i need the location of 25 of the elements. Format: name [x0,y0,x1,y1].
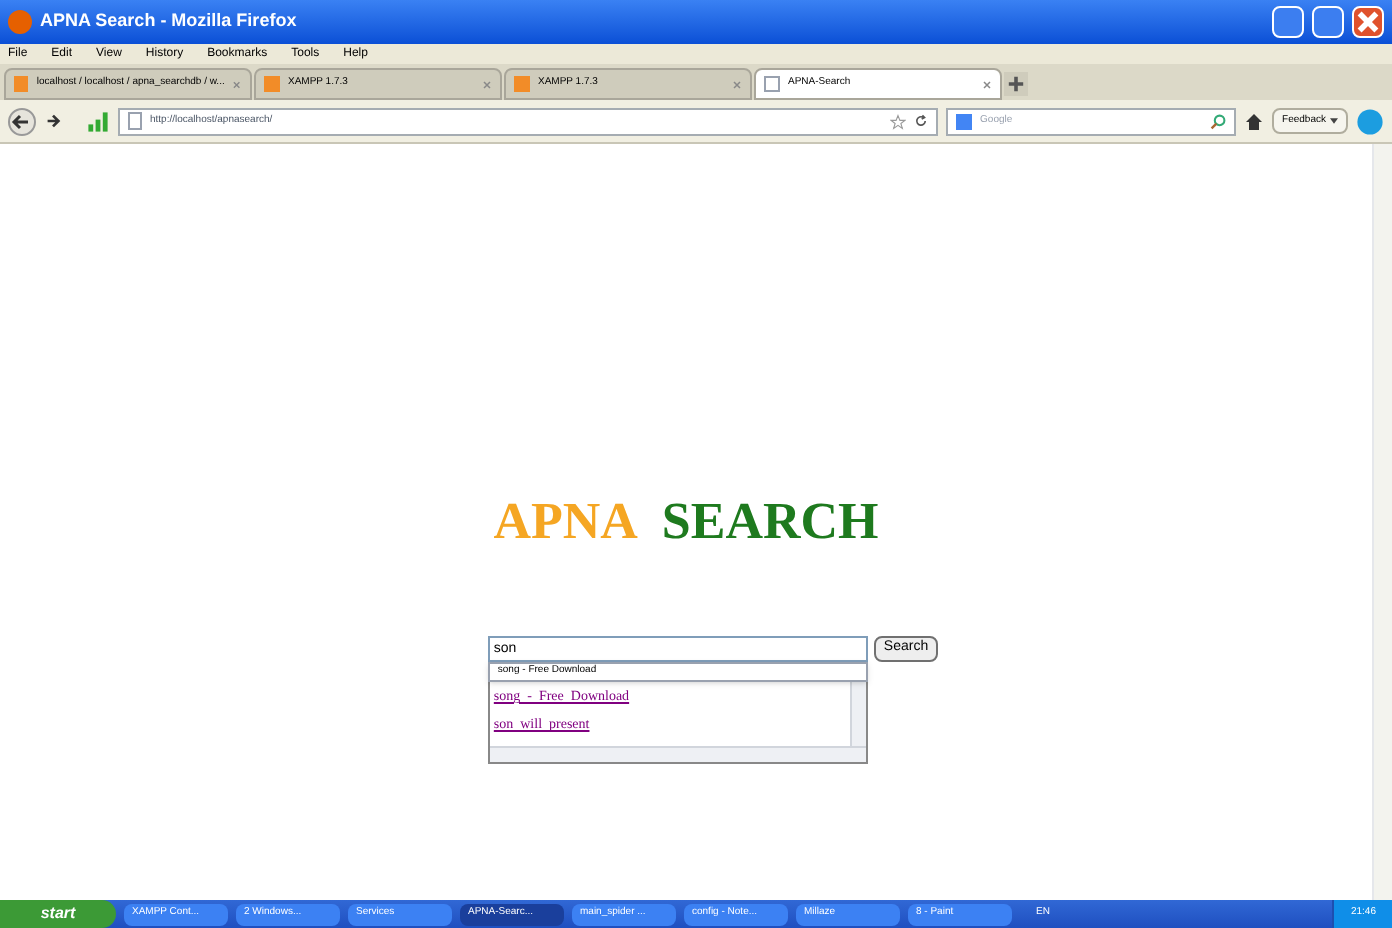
reload-icon[interactable] [914,114,929,128]
logo-apna: APNA [493,496,638,548]
new-tab-icon[interactable] [1004,72,1028,96]
forward-icon[interactable] [44,112,62,130]
caret-icon [1330,118,1338,124]
tab-icon [264,76,280,92]
tab-icon [14,76,29,92]
back-icon[interactable] [8,107,36,135]
signal-icon [86,109,110,133]
close-icon [1354,8,1382,36]
maximize-button[interactable] [1312,6,1344,38]
search-icon[interactable] [1210,113,1227,129]
page-icon [128,112,142,130]
home-icon[interactable] [1244,111,1265,131]
window-title: APNA Search - Mozilla Firefox [40,8,299,35]
star-icon[interactable] [890,113,907,129]
close-icon[interactable] [982,79,992,89]
start-button[interactable]: start [0,900,116,928]
tab-icon [514,76,530,92]
horizontal-scrollbar[interactable] [489,746,866,762]
minimize-button[interactable] [1272,6,1304,38]
page-scrollbar[interactable] [1372,144,1392,900]
close-button[interactable] [1352,6,1384,38]
logo-search: SEARCH [661,496,879,548]
tab-icon [764,76,780,92]
